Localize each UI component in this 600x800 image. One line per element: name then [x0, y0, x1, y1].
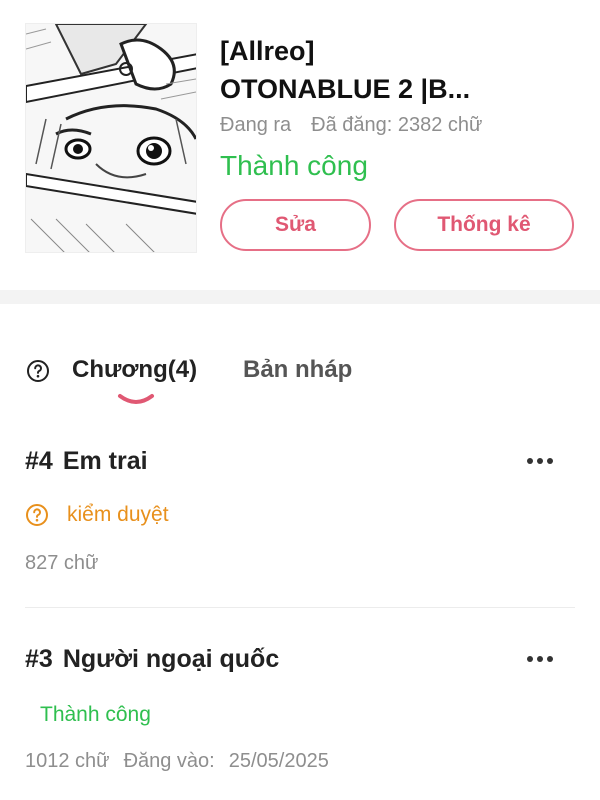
edit-button[interactable]: Sửa — [220, 199, 371, 251]
tab-chapters[interactable]: Chương(4) — [72, 356, 197, 384]
story-meta: Đang ra Đã đăng: 2382 chữ — [220, 114, 482, 137]
chapter-name: Người ngoại quốc — [62, 645, 280, 673]
story-title: [Allreo] OTONABLUE 2 |B... — [220, 32, 580, 108]
chapter-meta: 827 chữ — [25, 552, 98, 575]
tab-drafts[interactable]: Bản nháp — [243, 356, 352, 384]
list-divider — [25, 607, 575, 608]
chapter-status: kiểm duyệt — [25, 503, 169, 527]
story-cover-image[interactable] — [25, 23, 197, 253]
question-circle-icon — [26, 504, 48, 526]
chapter-status: Thành công — [40, 703, 151, 726]
chapter-number: #3 — [25, 645, 53, 673]
chapter-title: #3 Người ngoại quốc — [25, 645, 279, 674]
story-published-words: Đã đăng: 2382 chữ — [311, 114, 483, 136]
section-divider — [0, 290, 600, 304]
chapter-number: #4 — [25, 447, 53, 475]
tab-bar: Chương(4) Bản nháp — [0, 340, 600, 410]
chapter-meta: 1012 chữ Đăng vào: 25/05/2025 — [25, 750, 329, 773]
chapter-words: 827 chữ — [25, 552, 99, 574]
story-state: Đang ra — [220, 114, 292, 136]
more-horizontal-icon[interactable] — [522, 451, 558, 471]
chapter-words: 1012 chữ — [25, 750, 110, 772]
story-title-line1: [Allreo] — [220, 36, 315, 66]
tab-active-indicator — [118, 394, 154, 404]
chapter-status-text: kiểm duyệt — [67, 503, 169, 526]
chapter-title: #4 Em trai — [25, 447, 148, 476]
chapter-published-date: 25/05/2025 — [228, 750, 329, 772]
stats-button[interactable]: Thống kê — [394, 199, 574, 251]
story-status: Thành công — [220, 150, 368, 181]
more-horizontal-icon[interactable] — [522, 649, 558, 669]
story-header: [Allreo] OTONABLUE 2 |B... Đang ra Đã đăn… — [0, 0, 600, 290]
question-circle-icon[interactable] — [26, 359, 50, 383]
chapter-name: Em trai — [62, 447, 148, 475]
chapter-published-label: Đăng vào: — [123, 750, 215, 772]
story-title-line2: OTONABLUE 2 |B... — [220, 74, 471, 104]
